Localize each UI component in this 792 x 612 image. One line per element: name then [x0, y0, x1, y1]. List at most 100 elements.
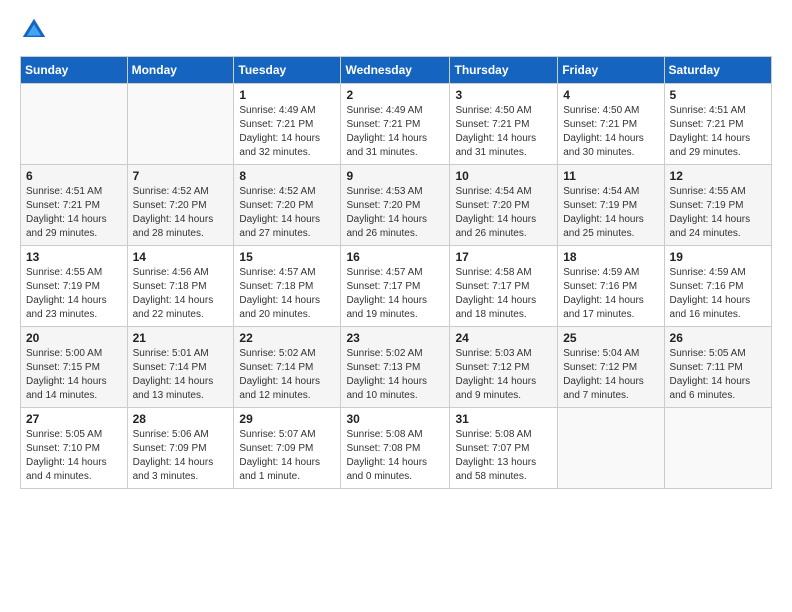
day-detail: Sunrise: 5:05 AM Sunset: 7:10 PM Dayligh…: [26, 428, 122, 484]
day-detail: Sunrise: 5:04 AM Sunset: 7:12 PM Dayligh…: [563, 347, 658, 403]
calendar-cell: 6 Sunrise: 4:51 AM Sunset: 7:21 PM Daylig…: [21, 165, 128, 246]
day-detail: Sunrise: 4:52 AM Sunset: 7:20 PM Dayligh…: [133, 185, 229, 241]
day-detail: Sunrise: 5:06 AM Sunset: 7:09 PM Dayligh…: [133, 428, 229, 484]
day-detail: Sunrise: 4:59 AM Sunset: 7:16 PM Dayligh…: [563, 266, 658, 322]
calendar-cell: 22Sunrise: 5:02 AM Sunset: 7:14 PM Dayli…: [234, 327, 341, 408]
day-detail: Sunrise: 4:51 AM Sunset: 7:21 PM Dayligh…: [26, 185, 122, 241]
logo-icon: [20, 16, 48, 44]
calendar-cell: 20 Sunrise: 5:00 AM Sunset: 7:15 PM Dayli…: [21, 327, 128, 408]
calendar-cell: 31Sunrise: 5:08 AM Sunset: 7:07 PM Dayli…: [450, 408, 558, 489]
weekday-header: Thursday: [450, 57, 558, 84]
day-detail: Sunrise: 4:54 AM Sunset: 7:20 PM Dayligh…: [455, 185, 552, 241]
day-number: 19: [670, 250, 766, 264]
day-number: 3: [455, 88, 552, 102]
day-detail: Sunrise: 4:59 AM Sunset: 7:16 PM Dayligh…: [670, 266, 766, 322]
day-detail: Sunrise: 4:57 AM Sunset: 7:18 PM Dayligh…: [239, 266, 335, 322]
day-number: 15: [239, 250, 335, 264]
calendar-cell: 4 Sunrise: 4:50 AM Sunset: 7:21 PM Daylig…: [558, 84, 664, 165]
day-number: 20: [26, 331, 122, 345]
calendar-cell: 9Sunrise: 4:53 AM Sunset: 7:20 PM Daylig…: [341, 165, 450, 246]
day-detail: Sunrise: 4:55 AM Sunset: 7:19 PM Dayligh…: [670, 185, 766, 241]
calendar-cell: [21, 84, 128, 165]
day-number: 29: [239, 412, 335, 426]
day-number: 11: [563, 169, 658, 183]
calendar-cell: 5 Sunrise: 4:51 AM Sunset: 7:21 PM Daylig…: [664, 84, 771, 165]
day-number: 25: [563, 331, 658, 345]
day-number: 13: [26, 250, 122, 264]
day-number: 14: [133, 250, 229, 264]
day-number: 28: [133, 412, 229, 426]
calendar-cell: 2 Sunrise: 4:49 AM Sunset: 7:21 PM Daylig…: [341, 84, 450, 165]
day-detail: Sunrise: 4:49 AM Sunset: 7:21 PM Dayligh…: [346, 104, 444, 160]
day-number: 1: [239, 88, 335, 102]
day-number: 7: [133, 169, 229, 183]
day-number: 10: [455, 169, 552, 183]
day-detail: Sunrise: 4:58 AM Sunset: 7:17 PM Dayligh…: [455, 266, 552, 322]
calendar-cell: 18 Sunrise: 4:59 AM Sunset: 7:16 PM Dayli…: [558, 246, 664, 327]
day-number: 4: [563, 88, 658, 102]
calendar-cell: 19 Sunrise: 4:59 AM Sunset: 7:16 PM Dayli…: [664, 246, 771, 327]
calendar-cell: 14 Sunrise: 4:56 AM Sunset: 7:18 PM Dayli…: [127, 246, 234, 327]
day-number: 17: [455, 250, 552, 264]
day-number: 16: [346, 250, 444, 264]
day-detail: Sunrise: 4:50 AM Sunset: 7:21 PM Dayligh…: [563, 104, 658, 160]
calendar-cell: 10 Sunrise: 4:54 AM Sunset: 7:20 PM Dayli…: [450, 165, 558, 246]
day-detail: Sunrise: 4:57 AM Sunset: 7:17 PM Dayligh…: [346, 266, 444, 322]
weekday-header: Saturday: [664, 57, 771, 84]
calendar-cell: 3 Sunrise: 4:50 AM Sunset: 7:21 PM Daylig…: [450, 84, 558, 165]
calendar-week-row: 1 Sunrise: 4:49 AM Sunset: 7:21 PM Daylig…: [21, 84, 772, 165]
calendar-cell: 16 Sunrise: 4:57 AM Sunset: 7:17 PM Dayli…: [341, 246, 450, 327]
calendar-cell: 11 Sunrise: 4:54 AM Sunset: 7:19 PM Dayli…: [558, 165, 664, 246]
day-number: 22: [239, 331, 335, 345]
calendar-cell: 21Sunrise: 5:01 AM Sunset: 7:14 PM Dayli…: [127, 327, 234, 408]
day-number: 12: [670, 169, 766, 183]
weekday-header: Wednesday: [341, 57, 450, 84]
day-detail: Sunrise: 5:00 AM Sunset: 7:15 PM Dayligh…: [26, 347, 122, 403]
calendar-cell: [558, 408, 664, 489]
page: SundayMondayTuesdayWednesdayThursdayFrid…: [0, 0, 792, 612]
weekday-header: Tuesday: [234, 57, 341, 84]
logo: [20, 16, 52, 44]
day-number: 27: [26, 412, 122, 426]
day-detail: Sunrise: 4:53 AM Sunset: 7:20 PM Dayligh…: [346, 185, 444, 241]
calendar-cell: 17 Sunrise: 4:58 AM Sunset: 7:17 PM Dayli…: [450, 246, 558, 327]
calendar-week-row: 20 Sunrise: 5:00 AM Sunset: 7:15 PM Dayli…: [21, 327, 772, 408]
day-number: 30: [346, 412, 444, 426]
calendar-cell: 23 Sunrise: 5:02 AM Sunset: 7:13 PM Dayli…: [341, 327, 450, 408]
weekday-header: Sunday: [21, 57, 128, 84]
day-detail: Sunrise: 4:55 AM Sunset: 7:19 PM Dayligh…: [26, 266, 122, 322]
day-detail: Sunrise: 5:08 AM Sunset: 7:08 PM Dayligh…: [346, 428, 444, 484]
day-number: 18: [563, 250, 658, 264]
weekday-header: Friday: [558, 57, 664, 84]
calendar-cell: 28 Sunrise: 5:06 AM Sunset: 7:09 PM Dayli…: [127, 408, 234, 489]
day-detail: Sunrise: 4:51 AM Sunset: 7:21 PM Dayligh…: [670, 104, 766, 160]
day-detail: Sunrise: 5:03 AM Sunset: 7:12 PM Dayligh…: [455, 347, 552, 403]
calendar-cell: 30 Sunrise: 5:08 AM Sunset: 7:08 PM Dayli…: [341, 408, 450, 489]
calendar-table: SundayMondayTuesdayWednesdayThursdayFrid…: [20, 56, 772, 489]
calendar-cell: [127, 84, 234, 165]
day-detail: Sunrise: 5:08 AM Sunset: 7:07 PM Dayligh…: [455, 428, 552, 484]
calendar-cell: 13 Sunrise: 4:55 AM Sunset: 7:19 PM Dayli…: [21, 246, 128, 327]
day-detail: Sunrise: 4:50 AM Sunset: 7:21 PM Dayligh…: [455, 104, 552, 160]
day-number: 5: [670, 88, 766, 102]
header: [20, 16, 772, 44]
weekday-header: Monday: [127, 57, 234, 84]
day-detail: Sunrise: 4:56 AM Sunset: 7:18 PM Dayligh…: [133, 266, 229, 322]
calendar-cell: 29Sunrise: 5:07 AM Sunset: 7:09 PM Dayli…: [234, 408, 341, 489]
calendar-cell: 27 Sunrise: 5:05 AM Sunset: 7:10 PM Dayli…: [21, 408, 128, 489]
day-number: 23: [346, 331, 444, 345]
calendar-week-row: 6 Sunrise: 4:51 AM Sunset: 7:21 PM Daylig…: [21, 165, 772, 246]
calendar-cell: 8 Sunrise: 4:52 AM Sunset: 7:20 PM Daylig…: [234, 165, 341, 246]
calendar-cell: 7 Sunrise: 4:52 AM Sunset: 7:20 PM Daylig…: [127, 165, 234, 246]
day-number: 6: [26, 169, 122, 183]
calendar-week-row: 13 Sunrise: 4:55 AM Sunset: 7:19 PM Dayli…: [21, 246, 772, 327]
day-detail: Sunrise: 5:02 AM Sunset: 7:13 PM Dayligh…: [346, 347, 444, 403]
weekday-header-row: SundayMondayTuesdayWednesdayThursdayFrid…: [21, 57, 772, 84]
calendar-cell: 24Sunrise: 5:03 AM Sunset: 7:12 PM Dayli…: [450, 327, 558, 408]
day-detail: Sunrise: 5:05 AM Sunset: 7:11 PM Dayligh…: [670, 347, 766, 403]
day-detail: Sunrise: 4:52 AM Sunset: 7:20 PM Dayligh…: [239, 185, 335, 241]
calendar-cell: 15 Sunrise: 4:57 AM Sunset: 7:18 PM Dayli…: [234, 246, 341, 327]
day-number: 2: [346, 88, 444, 102]
day-detail: Sunrise: 4:54 AM Sunset: 7:19 PM Dayligh…: [563, 185, 658, 241]
day-number: 8: [239, 169, 335, 183]
